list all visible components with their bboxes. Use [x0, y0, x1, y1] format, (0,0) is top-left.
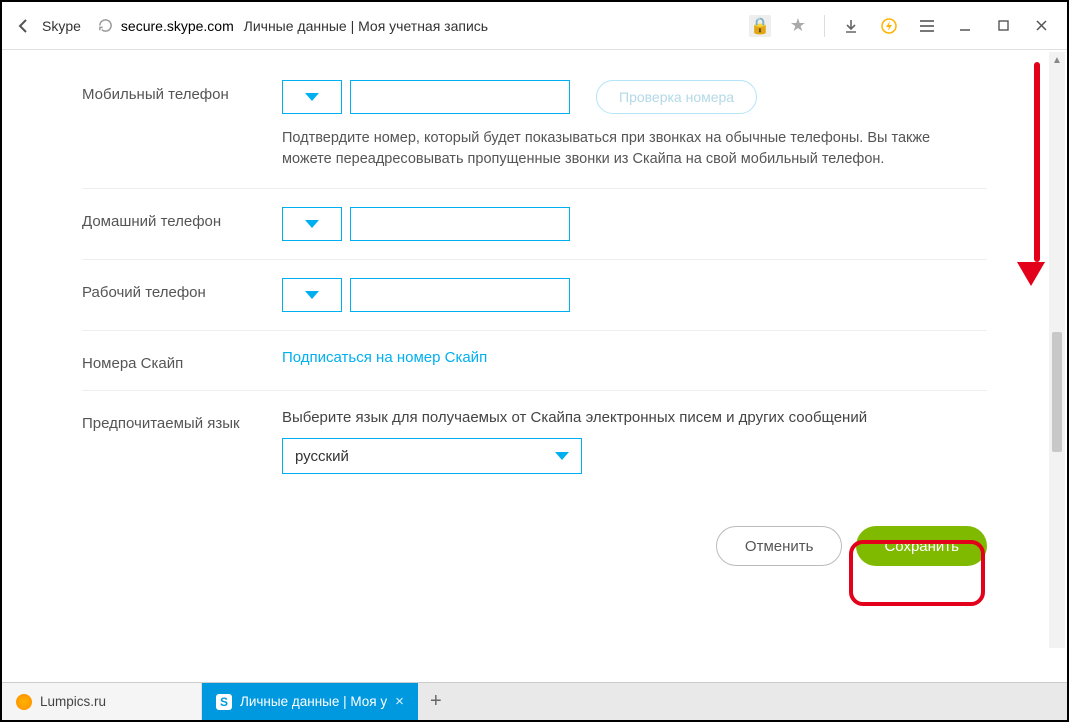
- work-phone-input[interactable]: [350, 278, 570, 312]
- mobile-help-text: Подтвердите номер, который будет показыв…: [282, 128, 982, 170]
- back-button[interactable]: [12, 14, 36, 38]
- row-mobile-phone: Мобильный телефон Проверка номера Подтве…: [82, 50, 987, 188]
- skype-favicon-icon: S: [216, 694, 232, 710]
- url-title: Личные данные | Моя учетная запись: [244, 18, 488, 34]
- maximize-icon[interactable]: [987, 10, 1019, 42]
- language-value: русский: [295, 448, 349, 465]
- save-button[interactable]: Сохранить: [856, 526, 987, 566]
- favicon-icon: [16, 694, 32, 710]
- address-bar[interactable]: secure.skype.com Личные данные | Моя уче…: [121, 18, 488, 34]
- language-description: Выберите язык для получаемых от Скайпа э…: [282, 409, 987, 426]
- chevron-down-icon: [555, 452, 569, 460]
- subscribe-skype-number-link[interactable]: Подписаться на номер Скайп: [282, 349, 487, 366]
- label-home: Домашний телефон: [82, 207, 282, 241]
- close-window-icon[interactable]: [1025, 10, 1057, 42]
- download-icon[interactable]: [835, 10, 867, 42]
- new-tab-button[interactable]: +: [418, 683, 454, 720]
- minimize-icon[interactable]: [949, 10, 981, 42]
- chevron-down-icon: [305, 220, 319, 228]
- site-name: Skype: [42, 18, 81, 34]
- tab-label: Lumpics.ru: [40, 694, 106, 709]
- form-actions: Отменить Сохранить: [82, 526, 987, 566]
- tab-lumpics[interactable]: Lumpics.ru: [2, 683, 202, 720]
- browser-toolbar: Skype secure.skype.com Личные данные | М…: [2, 2, 1067, 50]
- label-work: Рабочий телефон: [82, 278, 282, 312]
- turbo-icon[interactable]: [873, 10, 905, 42]
- menu-icon[interactable]: [911, 10, 943, 42]
- home-phone-input[interactable]: [350, 207, 570, 241]
- mobile-country-select[interactable]: [282, 80, 342, 114]
- tab-skype-profile[interactable]: S Личные данные | Моя у ×: [202, 683, 418, 720]
- tab-strip: Lumpics.ru S Личные данные | Моя у × +: [2, 682, 1067, 720]
- work-country-select[interactable]: [282, 278, 342, 312]
- home-country-select[interactable]: [282, 207, 342, 241]
- reload-icon[interactable]: [97, 17, 115, 35]
- chevron-down-icon: [305, 93, 319, 101]
- lock-icon[interactable]: 🔒: [744, 10, 776, 42]
- mobile-phone-input[interactable]: [350, 80, 570, 114]
- cancel-button[interactable]: Отменить: [716, 526, 843, 566]
- close-tab-icon[interactable]: ×: [395, 693, 404, 710]
- url-domain: secure.skype.com: [121, 18, 234, 34]
- verify-number-button[interactable]: Проверка номера: [596, 80, 757, 114]
- label-skype-numbers: Номера Скайп: [82, 349, 282, 372]
- row-work-phone: Рабочий телефон: [82, 259, 987, 330]
- label-mobile: Мобильный телефон: [82, 80, 282, 170]
- separator: [824, 15, 825, 37]
- language-select[interactable]: русский: [282, 438, 582, 474]
- bookmark-star-icon[interactable]: ★: [782, 10, 814, 42]
- tab-label: Личные данные | Моя у: [240, 694, 387, 709]
- page-viewport: Мобильный телефон Проверка номера Подтве…: [2, 50, 1067, 652]
- label-language: Предпочитаемый язык: [82, 409, 282, 474]
- row-home-phone: Домашний телефон: [82, 188, 987, 259]
- chevron-down-icon: [305, 291, 319, 299]
- row-language: Предпочитаемый язык Выберите язык для по…: [82, 390, 987, 492]
- profile-form: Мобильный телефон Проверка номера Подтве…: [2, 50, 1067, 606]
- row-skype-numbers: Номера Скайп Подписаться на номер Скайп: [82, 330, 987, 390]
